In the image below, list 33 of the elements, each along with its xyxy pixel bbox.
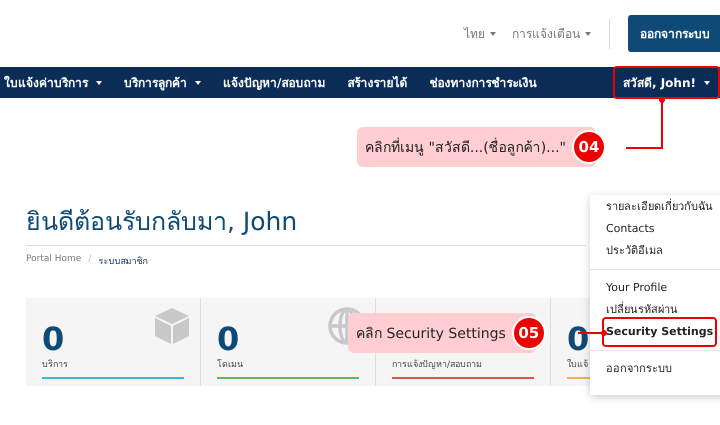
- breadcrumb-separator: /: [88, 254, 92, 266]
- stat-value: 0: [42, 320, 64, 358]
- breadcrumb-current: ระบบสมาชิก: [98, 256, 148, 268]
- page-heading: ยินดีต้อนรับกลับมา, John: [26, 206, 298, 238]
- stat-value: 0: [567, 320, 590, 358]
- stat-label: ใบแจ้: [567, 358, 588, 371]
- menu-item[interactable]: ออกจากระบบ: [602, 358, 676, 380]
- nav-item[interactable]: ใบแจ้งค่าบริการ: [4, 73, 102, 92]
- menu-item[interactable]: Contacts: [602, 218, 659, 240]
- stat-label: บริการ: [42, 358, 68, 371]
- leader-line: [626, 97, 665, 149]
- caret-icon: [195, 80, 201, 84]
- cube-icon: [152, 306, 192, 346]
- nav-item[interactable]: บริการลูกค้า: [124, 73, 201, 92]
- top-link[interactable]: การแจ้งเตือน: [512, 24, 591, 43]
- caret-icon: [704, 80, 710, 84]
- menu-item[interactable]: รายละเอียดเกี่ยวกับฉัน: [602, 196, 717, 218]
- caret-icon: [585, 32, 591, 36]
- user-menu[interactable]: สวัสดี, John!: [612, 66, 720, 99]
- menu-item[interactable]: Security Settings: [602, 317, 718, 347]
- nav-item[interactable]: สร้างรายได้: [347, 73, 408, 92]
- breadcrumb-link[interactable]: Portal Home: [26, 254, 82, 268]
- stat-label: โดเมน: [217, 358, 243, 371]
- menu-item[interactable]: ประวัติอีเมล: [602, 240, 667, 262]
- stat-value: 0: [217, 320, 240, 358]
- menu-item[interactable]: Your Profile: [602, 277, 672, 299]
- logout-button[interactable]: ออกจากระบบ: [628, 15, 720, 52]
- top-link[interactable]: ไทย: [464, 24, 496, 43]
- caret-icon: [96, 80, 102, 84]
- caret-icon: [490, 32, 496, 36]
- stat-label: การแจ้งปัญหา/สอบถาม: [392, 358, 482, 371]
- nav-item[interactable]: แจ้งปัญหา/สอบถาม: [223, 73, 326, 92]
- nav-item[interactable]: ช่องทางการชำระเงิน: [429, 73, 536, 92]
